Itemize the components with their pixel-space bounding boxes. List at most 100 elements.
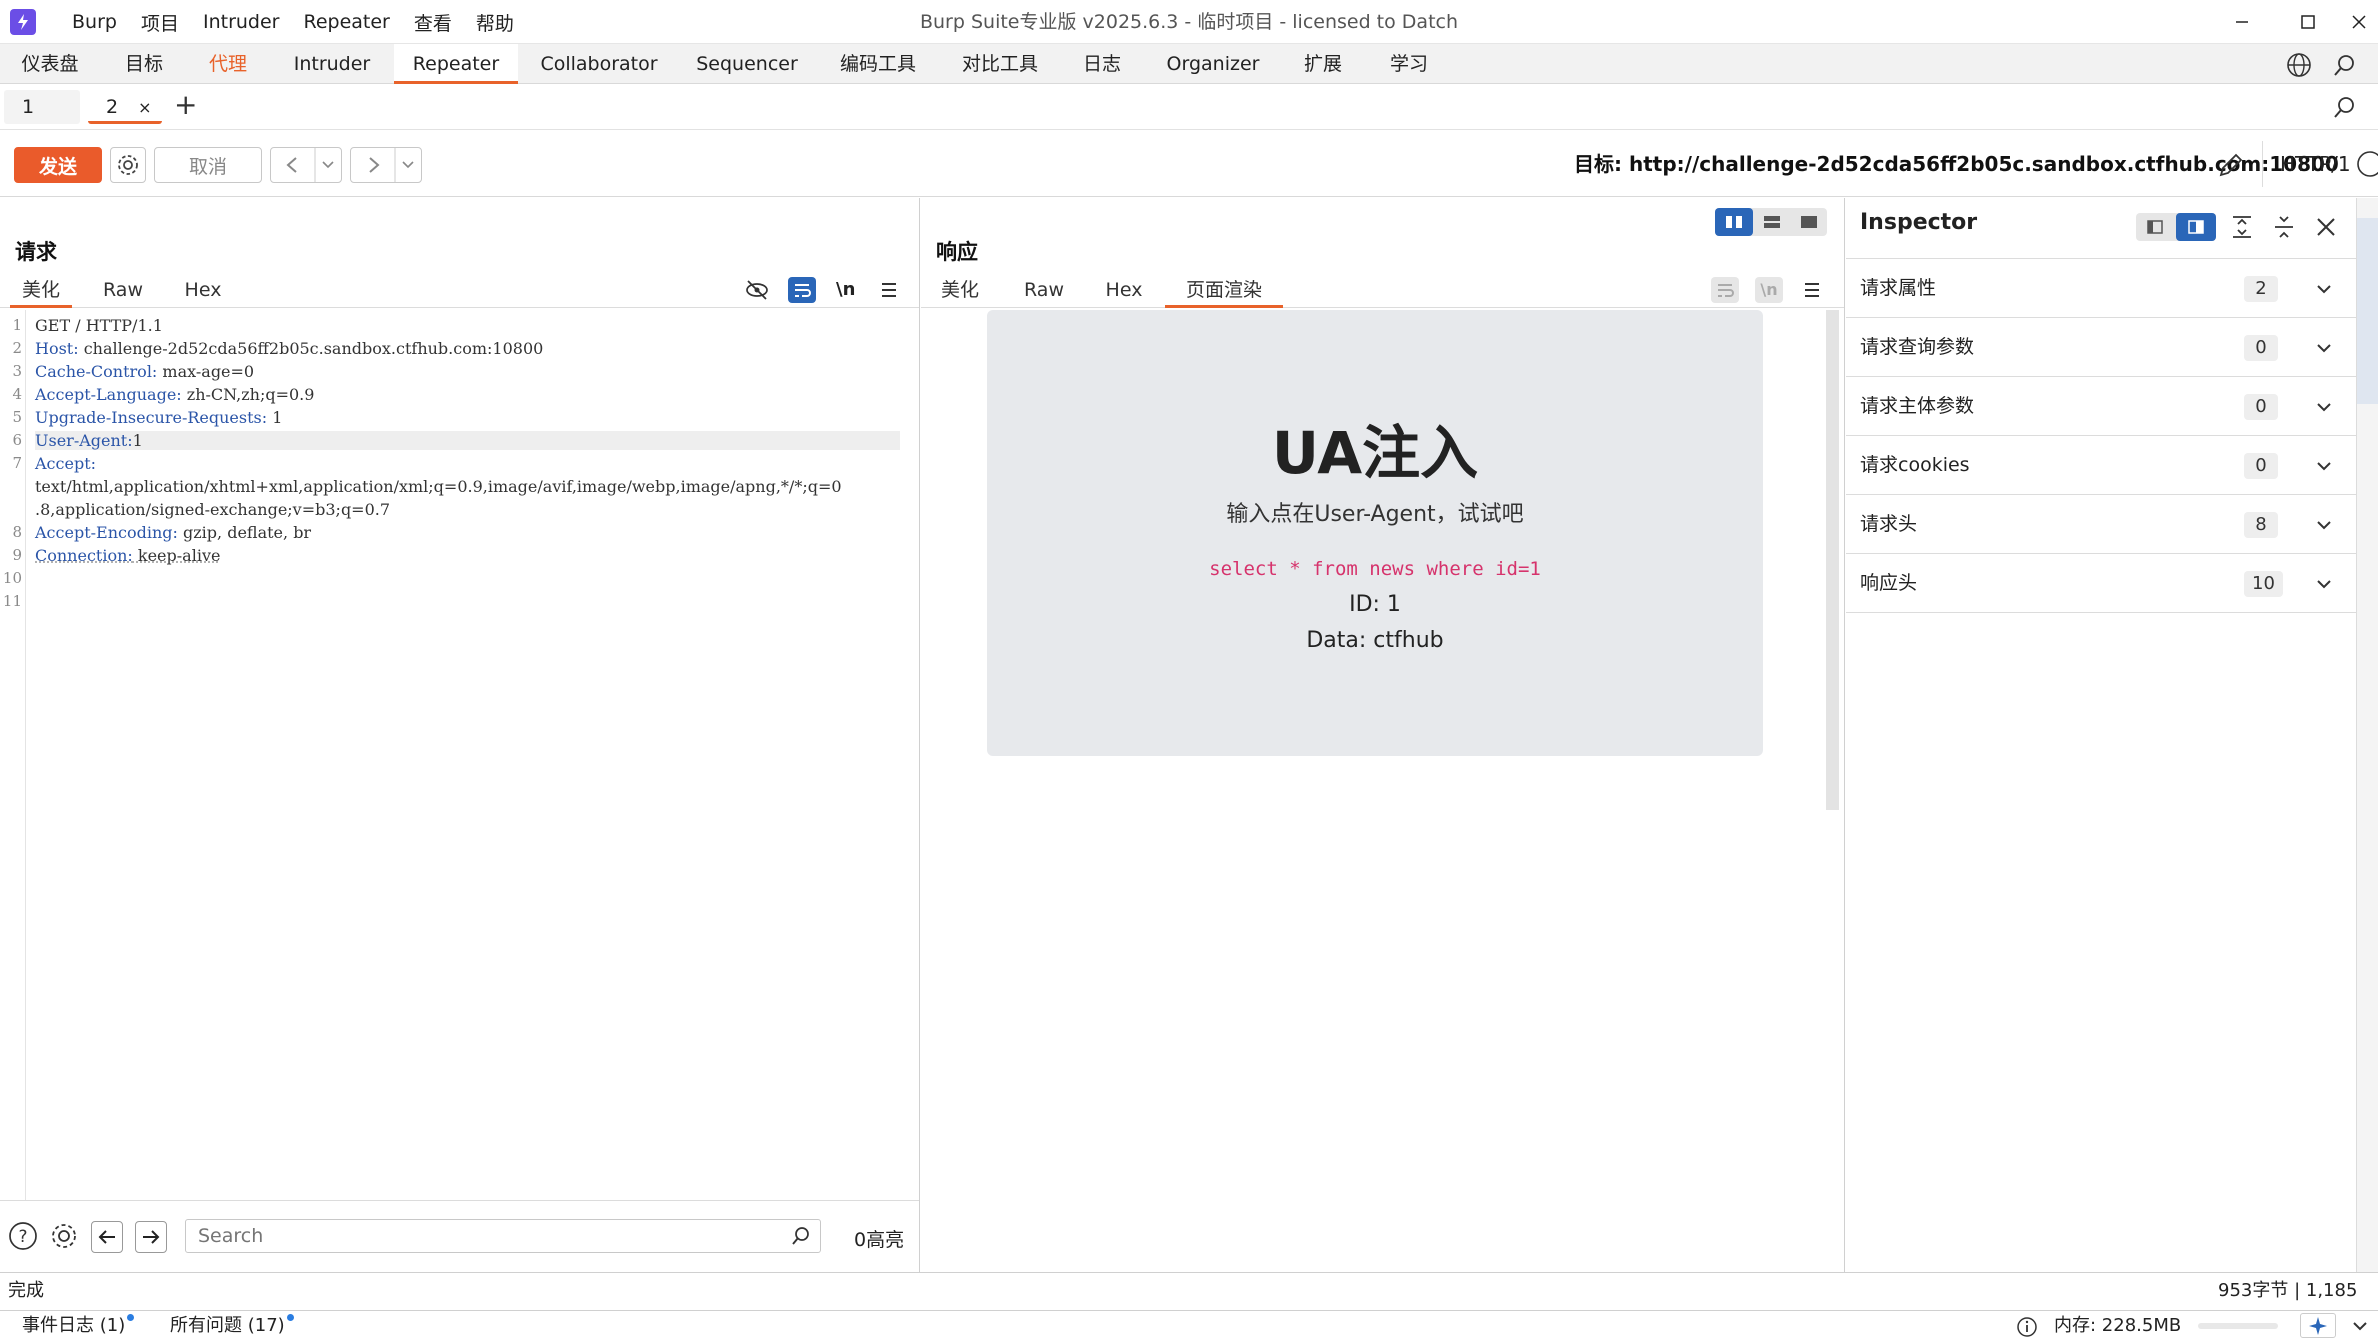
inspector-layout-right-button[interactable] xyxy=(2176,213,2216,241)
maximize-button[interactable] xyxy=(2278,0,2338,44)
close-window-button[interactable] xyxy=(2340,0,2378,44)
help-icon[interactable] xyxy=(2356,150,2378,178)
header-name: User-Agent: xyxy=(35,431,133,450)
previous-match-button[interactable] xyxy=(91,1221,123,1253)
close-inspector-icon[interactable] xyxy=(2314,214,2338,240)
notification-dot xyxy=(127,1314,134,1321)
tab-raw[interactable]: Raw xyxy=(1011,272,1077,308)
tab-intruder[interactable]: Intruder xyxy=(280,44,384,84)
newline-toggle[interactable]: \n xyxy=(836,272,855,308)
chevron-down-icon[interactable] xyxy=(2350,1316,2370,1336)
tab-pretty[interactable]: 美化 xyxy=(10,272,72,308)
tab-search-icon[interactable] xyxy=(2332,94,2358,120)
tab-dashboard[interactable]: 仪表盘 xyxy=(8,44,92,84)
menu-repeater[interactable]: Repeater xyxy=(291,11,401,33)
forward-button[interactable] xyxy=(350,147,422,183)
request-editor[interactable]: 1 2 3 4 5 6 7 8 9 10 11 GET / HTTP/1.1 Host: challe… xyxy=(0,310,919,1200)
title-bar: Burp Suite专业版 v2025.6.3 - 临时项目 - license… xyxy=(0,0,2378,44)
expand-all-icon[interactable] xyxy=(2230,214,2254,240)
hide-nonprintable-icon[interactable] xyxy=(744,278,770,302)
tab-extensions[interactable]: 扩展 xyxy=(1290,44,1356,84)
tab-sequencer[interactable]: Sequencer xyxy=(684,44,810,84)
code-line: Cache-Control: max-age=0 xyxy=(35,362,254,381)
tab-learn[interactable]: 学习 xyxy=(1376,44,1442,84)
header-value: .8,application/signed-exchange;v=b3;q=0.… xyxy=(35,500,390,519)
bottom-bar: 事件日志 (1) 所有问题 (17) 内存: 228.5MB xyxy=(0,1310,2378,1339)
collapse-all-icon[interactable] xyxy=(2272,214,2296,240)
code-line: GET / HTTP/1.1 xyxy=(35,316,163,335)
layout-stacked-button[interactable] xyxy=(1753,208,1791,236)
tab-proxy[interactable]: 代理 xyxy=(196,44,260,84)
layout-tabbed-button[interactable] xyxy=(1791,208,1827,236)
tab-hex[interactable]: Hex xyxy=(170,272,236,308)
word-wrap-toggle[interactable] xyxy=(1711,277,1739,303)
repeater-tab-2[interactable]: 2 × xyxy=(88,90,162,124)
event-log-button[interactable]: 事件日志 (1) xyxy=(22,1311,132,1339)
line-number: 7 xyxy=(0,454,22,472)
all-issues-button[interactable]: 所有问题 (17) xyxy=(170,1311,292,1339)
tab-hex[interactable]: Hex xyxy=(1091,272,1157,308)
minimize-button[interactable] xyxy=(2212,0,2272,44)
menu-project[interactable]: 项目 xyxy=(129,9,191,36)
globe-icon[interactable] xyxy=(2286,52,2312,78)
tab-logger[interactable]: 日志 xyxy=(1068,44,1136,84)
menu-view[interactable]: 查看 xyxy=(402,9,464,36)
response-scrollbar[interactable] xyxy=(1826,310,1839,810)
menu-help[interactable]: 帮助 xyxy=(464,9,526,36)
inspector-layout-switcher xyxy=(2136,213,2216,241)
cancel-button[interactable]: 取消 xyxy=(154,147,262,183)
main-tabs: 仪表盘 目标 代理 Intruder Repeater Collaborator… xyxy=(0,44,2378,84)
tab-collaborator[interactable]: Collaborator xyxy=(528,44,670,84)
tab-decoder[interactable]: 编码工具 xyxy=(826,44,930,84)
close-tab-icon[interactable]: × xyxy=(138,98,151,117)
header-name: Accept-Encoding: xyxy=(35,523,178,542)
tab-organizer[interactable]: Organizer xyxy=(1156,44,1270,84)
tab-target[interactable]: 目标 xyxy=(112,44,176,84)
inspector-response-headers[interactable]: 响应头 10 xyxy=(1846,554,2356,613)
http-version[interactable]: HTTP/1 xyxy=(2280,131,2351,197)
send-settings-button[interactable] xyxy=(110,147,146,183)
search-settings-icon[interactable] xyxy=(49,1221,79,1251)
search-icon[interactable] xyxy=(790,1225,812,1247)
header-value: keep-alive xyxy=(133,546,221,565)
back-button[interactable] xyxy=(270,147,342,183)
layout-side-by-side-button[interactable] xyxy=(1715,208,1753,236)
request-view-tabs: 美化 Raw Hex \n xyxy=(0,272,919,308)
tab-raw[interactable]: Raw xyxy=(90,272,156,308)
menu-burp[interactable]: Burp xyxy=(60,11,129,33)
svg-text:?: ? xyxy=(18,1227,27,1247)
search-icon[interactable] xyxy=(2332,52,2358,78)
inspector-request-attributes[interactable]: 请求属性 2 xyxy=(1846,259,2356,318)
edit-target-icon[interactable] xyxy=(2216,150,2246,180)
newline-toggle[interactable]: \n xyxy=(1755,277,1783,303)
header-value: 1 xyxy=(133,431,143,450)
inspector-query-params[interactable]: 请求查询参数 0 xyxy=(1846,318,2356,377)
tab-pretty[interactable]: 美化 xyxy=(929,272,991,308)
chevron-down-icon xyxy=(2314,456,2334,476)
tab-comparer[interactable]: 对比工具 xyxy=(948,44,1052,84)
options-menu-icon[interactable] xyxy=(880,280,898,300)
tab-repeater[interactable]: Repeater xyxy=(394,44,518,84)
ai-assistant-button[interactable] xyxy=(2300,1313,2336,1338)
inspector-request-headers[interactable]: 请求头 8 xyxy=(1846,495,2356,554)
inspector-body-params[interactable]: 请求主体参数 0 xyxy=(1846,377,2356,436)
help-icon[interactable]: ? xyxy=(8,1221,38,1251)
inspector-row-count: 2 xyxy=(2244,276,2278,302)
repeater-tab-1[interactable]: 1 xyxy=(4,90,80,124)
side-strip-active-tab[interactable] xyxy=(2357,218,2378,404)
header-value: max-age=0 xyxy=(157,362,254,381)
tab-render[interactable]: 页面渲染 xyxy=(1165,272,1283,308)
code-line: Upgrade-Insecure-Requests: 1 xyxy=(35,408,282,427)
word-wrap-toggle[interactable] xyxy=(788,277,816,303)
menu-intruder[interactable]: Intruder xyxy=(191,11,292,33)
add-tab-button[interactable]: + xyxy=(174,88,197,121)
burp-logo-icon xyxy=(10,9,36,35)
header-value: 1 xyxy=(267,408,282,427)
next-match-button[interactable] xyxy=(135,1221,167,1253)
search-input[interactable] xyxy=(186,1220,766,1252)
send-button[interactable]: 发送 xyxy=(14,147,102,183)
info-icon[interactable] xyxy=(2016,1316,2038,1338)
inspector-cookies[interactable]: 请求cookies 0 xyxy=(1846,436,2356,495)
inspector-layout-left-button[interactable] xyxy=(2136,213,2174,241)
options-menu-icon[interactable] xyxy=(1803,280,1821,300)
